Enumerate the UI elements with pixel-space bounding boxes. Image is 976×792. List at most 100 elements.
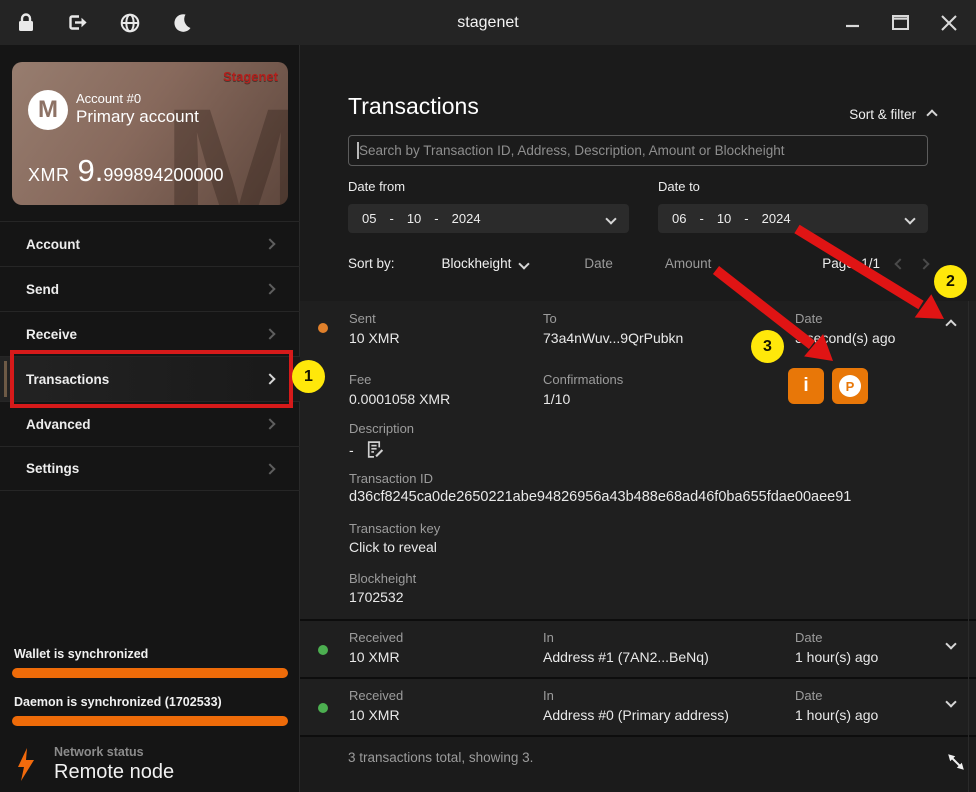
- date-label: Date: [795, 688, 822, 703]
- lightning-bolt-icon: [16, 748, 36, 781]
- sort-option-blockheight[interactable]: Blockheight: [442, 256, 529, 271]
- sort-row: Sort by: Blockheight Date Amount Page: 1…: [348, 256, 928, 271]
- collapse-row-icon[interactable]: [945, 319, 956, 330]
- chevron-up-icon: [926, 109, 937, 120]
- sort-option-date[interactable]: Date: [584, 256, 613, 271]
- date-value: 1 hour(s) ago: [795, 649, 878, 665]
- account-number: Account #0: [76, 91, 141, 106]
- daemon-sync-status: Daemon is synchronized (1702533): [14, 695, 222, 709]
- date-value: 1 hour(s) ago: [795, 707, 878, 723]
- network-status-block[interactable]: Network status Remote node: [16, 745, 174, 784]
- network-status-label: Network status: [54, 745, 174, 759]
- sidebar-item-account[interactable]: Account: [0, 221, 300, 266]
- txkey-reveal[interactable]: Click to reveal: [349, 539, 437, 555]
- tx-proof-button[interactable]: P: [832, 368, 868, 404]
- chevron-down-icon: [519, 258, 530, 269]
- blockheight-value: 1702532: [349, 589, 404, 605]
- date-to-select[interactable]: 06-10-2024: [658, 204, 928, 233]
- date-from-select[interactable]: 05-10-2024: [348, 204, 629, 233]
- in-label: In: [543, 630, 554, 645]
- wallet-sync-bar: [12, 668, 288, 678]
- sort-option-amount[interactable]: Amount: [665, 256, 712, 271]
- in-address: Address #0 (Primary address): [543, 707, 729, 723]
- chevron-right-icon: [264, 283, 275, 294]
- txid-value: d36cf8245ca0de2650221abe94826956a43b488e…: [349, 489, 851, 505]
- sent-label: Sent: [349, 311, 376, 326]
- page-next-icon[interactable]: [918, 258, 929, 269]
- description-value: -: [349, 442, 354, 458]
- txkey-label: Transaction key: [349, 521, 440, 536]
- to-address: 73a4nWuv...9QrPubkn: [543, 330, 683, 346]
- scroll-edge: [968, 301, 969, 792]
- page-indicator: Page: 1/1: [822, 256, 880, 271]
- date-label: Date: [795, 311, 822, 326]
- transaction-row-received-1[interactable]: Received 10 XMR In Address #1 (7AN2...Be…: [300, 621, 976, 679]
- globe-icon[interactable]: [118, 11, 142, 35]
- expand-row-icon[interactable]: [945, 696, 956, 707]
- in-label: In: [543, 688, 554, 703]
- page-title: Transactions: [348, 93, 479, 120]
- sidebar-item-send[interactable]: Send: [0, 266, 300, 311]
- close-button[interactable]: [940, 14, 958, 32]
- in-address: Address #1 (7AN2...BeNq): [543, 649, 709, 665]
- date-value: 3 second(s) ago: [795, 330, 895, 346]
- search-wrap: [348, 135, 928, 166]
- sidebar: M Stagenet M Account #0 Primary account …: [0, 45, 300, 792]
- tx-details-button[interactable]: i: [788, 368, 824, 404]
- sidebar-item-receive[interactable]: Receive: [0, 311, 300, 356]
- date-to-label: Date to: [658, 179, 700, 194]
- transaction-row-received-2[interactable]: Received 10 XMR In Address #0 (Primary a…: [300, 679, 976, 737]
- lock-icon[interactable]: [14, 11, 38, 35]
- sidebar-item-settings[interactable]: Settings: [0, 446, 300, 491]
- monero-logo-icon: M: [28, 90, 68, 130]
- edit-description-icon[interactable]: [364, 439, 385, 460]
- to-label: To: [543, 311, 557, 326]
- balance-currency: XMR: [28, 165, 70, 186]
- maximize-button[interactable]: [892, 14, 910, 32]
- sort-filter-toggle[interactable]: Sort & filter: [849, 107, 936, 122]
- balance: XMR 9. 999894200000: [28, 153, 224, 189]
- balance-whole: 9.: [78, 153, 104, 189]
- received-amount: 10 XMR: [349, 649, 400, 665]
- transaction-row-sent[interactable]: Sent 10 XMR To 73a4nWuv...9QrPubkn Date …: [300, 301, 976, 621]
- network-badge: Stagenet: [223, 69, 278, 84]
- sidebar-item-transactions[interactable]: Transactions: [0, 356, 300, 401]
- date-label: Date: [795, 630, 822, 645]
- logout-icon[interactable]: [66, 11, 90, 35]
- received-label: Received: [349, 630, 403, 645]
- chevron-right-icon: [264, 238, 275, 249]
- sidebar-nav: Account Send Receive Transactions Advanc…: [0, 221, 300, 491]
- confirmations-label: Confirmations: [543, 372, 623, 387]
- txid-label: Transaction ID: [349, 471, 433, 486]
- chevron-right-icon: [264, 373, 275, 384]
- confirmations-value: 1/10: [543, 391, 570, 407]
- account-name: Primary account: [76, 107, 199, 127]
- main-panel: Transactions Sort & filter Date from Dat…: [300, 45, 976, 792]
- sidebar-item-advanced[interactable]: Advanced: [0, 401, 300, 446]
- minimize-button[interactable]: [844, 14, 862, 32]
- description-label: Description: [349, 421, 414, 436]
- transactions-summary: 3 transactions total, showing 3.: [348, 750, 533, 765]
- chevron-down-icon: [605, 213, 616, 224]
- page-prev-icon[interactable]: [894, 258, 905, 269]
- moon-icon[interactable]: [170, 11, 194, 35]
- search-input[interactable]: [348, 135, 928, 166]
- chevron-right-icon: [264, 418, 275, 429]
- blockheight-label: Blockheight: [349, 571, 416, 586]
- received-status-dot: [318, 645, 328, 655]
- expand-row-icon[interactable]: [945, 638, 956, 649]
- chevron-right-icon: [264, 328, 275, 339]
- fee-value: 0.0001058 XMR: [349, 391, 450, 407]
- balance-fraction: 999894200000: [103, 165, 223, 186]
- date-from-label: Date from: [348, 179, 405, 194]
- resize-cursor-icon: [945, 751, 967, 778]
- wallet-sync-status: Wallet is synchronized: [14, 647, 148, 661]
- received-amount: 10 XMR: [349, 707, 400, 723]
- info-icon: i: [803, 375, 808, 397]
- fee-label: Fee: [349, 372, 371, 387]
- sort-by-label: Sort by:: [348, 256, 395, 271]
- text-caret: [357, 142, 359, 159]
- sent-amount: 10 XMR: [349, 330, 400, 346]
- received-status-dot: [318, 703, 328, 713]
- chevron-down-icon: [904, 213, 915, 224]
